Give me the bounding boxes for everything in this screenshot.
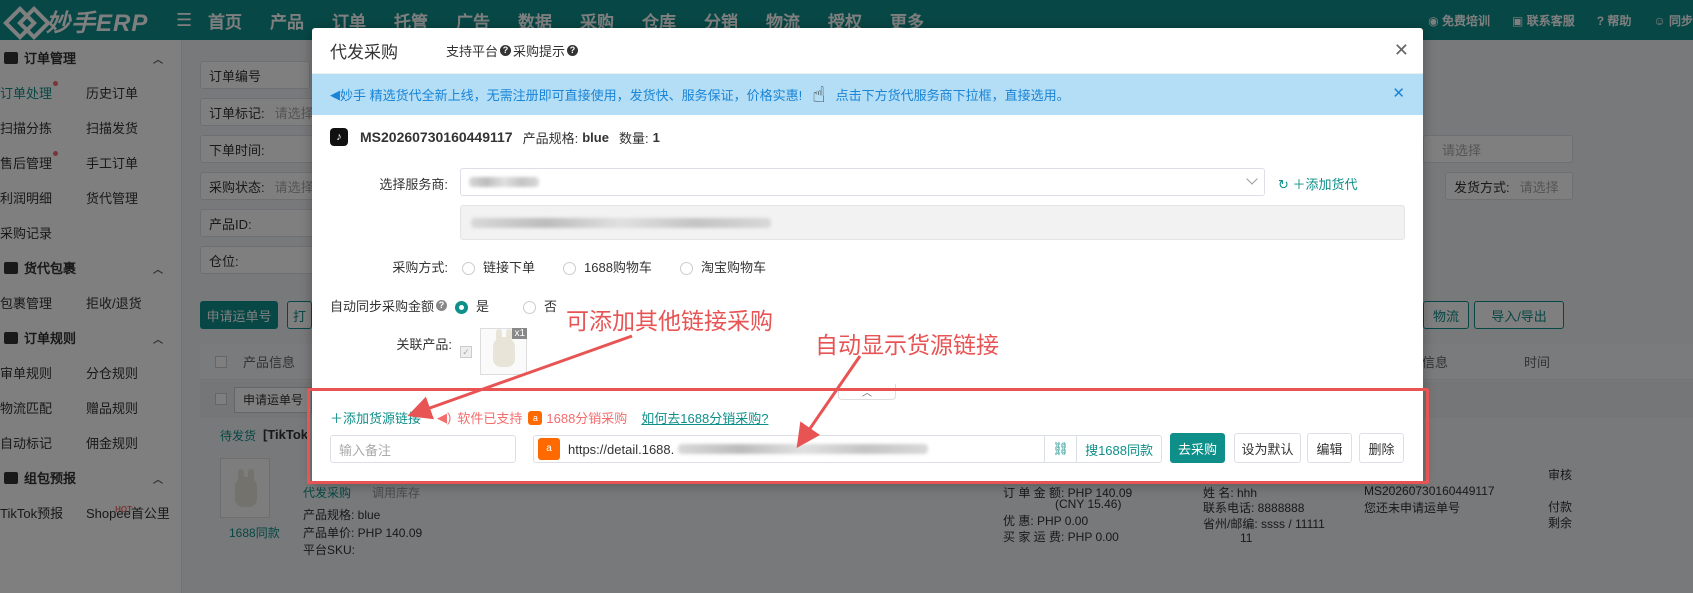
- arrow-to-add-link: [407, 334, 633, 420]
- annotation-arrows: [407, 334, 862, 448]
- arrow-to-url: [796, 355, 862, 448]
